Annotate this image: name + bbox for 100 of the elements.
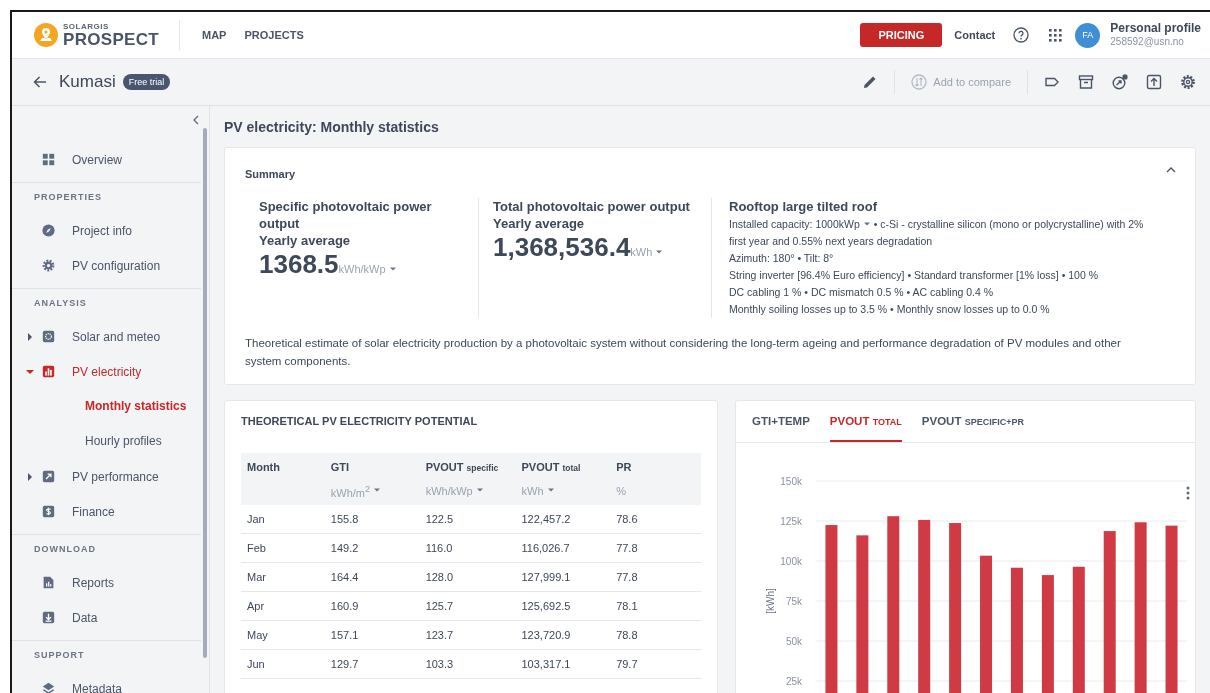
configuration-line: Azimuth: 180° • Tilt: 8° <box>729 251 835 266</box>
project-title: Kumasi <box>59 72 116 92</box>
table-cell: 123.7 <box>419 620 516 650</box>
chart-tab[interactable]: GTI+TEMP <box>752 401 810 442</box>
table-cell: 122,457.2 <box>515 505 611 534</box>
caret-down-icon[interactable] <box>26 367 34 376</box>
table-cell: May <box>241 620 325 650</box>
axis-tick-label: 150k <box>780 476 802 487</box>
help-icon[interactable] <box>1013 27 1030 43</box>
share-icon[interactable] <box>1112 74 1128 90</box>
nav-link[interactable]: PROJECTS <box>244 29 304 41</box>
gear-icon <box>42 259 55 272</box>
sidebar-subitem[interactable]: Monthly statistics <box>12 389 201 424</box>
table-cell: 157.1 <box>324 620 420 650</box>
chart-tab[interactable]: PVOUT SPECIFIC+PR <box>921 401 1024 442</box>
column-header: Month <box>241 453 325 505</box>
brand-name: PROSPECT <box>63 30 159 48</box>
sidebar-item[interactable]: Metadata <box>12 671 201 693</box>
section-heading: PROPERTIES <box>33 191 103 204</box>
sidebar-item[interactable]: Finance <box>12 494 201 529</box>
table-cell: 155.8 <box>324 505 420 534</box>
layers-icon <box>42 682 55 693</box>
configuration-line: Monthly soiling losses up to 3.5 % • Monthly snow losses up to 0.0 % <box>729 302 1051 317</box>
column-header: GTI kWh/m$^{2}$ <box>324 453 420 505</box>
bar-chart-icon <box>42 365 55 378</box>
settings-icon[interactable] <box>1180 74 1196 90</box>
table-cell: 77.8 <box>610 562 701 592</box>
table-cell: 164.4 <box>324 562 420 592</box>
table-cell: Jun <box>241 649 325 679</box>
contact-link[interactable]: Contact <box>954 29 996 41</box>
trial-badge: Free trial <box>122 74 171 90</box>
collapse-chevron-icon[interactable] <box>191 114 201 126</box>
table-cell: 160.9 <box>324 591 420 621</box>
table-cell: 78.6 <box>610 505 701 534</box>
table-cell: 127,999.1 <box>515 562 611 592</box>
chart-tab[interactable]: PVOUT TOTAL <box>829 401 902 442</box>
page-title: PV electricity: Monthly statistics <box>224 119 440 135</box>
table-cell: 125,692.5 <box>515 591 611 621</box>
metric-subtitle: Yearly average <box>493 215 586 232</box>
axis-tick-label: 25k <box>785 676 802 687</box>
table-cell: 122.5 <box>419 505 516 534</box>
upload-icon[interactable] <box>1146 74 1162 90</box>
axis-tick-label: 100k <box>780 556 802 567</box>
dropdown-caret-icon[interactable] <box>388 265 397 273</box>
table-cell: 125.7 <box>419 591 516 621</box>
table-cell: 129.7 <box>324 649 420 679</box>
nav-link[interactable]: MAP <box>202 29 227 41</box>
sidebar-item[interactable]: Data <box>12 600 201 635</box>
table-cell: Jan <box>241 505 325 534</box>
dropdown-caret-icon[interactable] <box>655 248 664 256</box>
brand-tagline: SOLARGIS <box>63 22 110 31</box>
section-heading: DOWNLOAD <box>33 543 97 556</box>
sidebar-item[interactable]: Solar and meteo <box>12 319 201 354</box>
card-title: THEORETICAL PV ELECTRICITY POTENTIAL <box>241 415 479 427</box>
grid-icon <box>42 153 55 166</box>
configuration-line: String inverter [96.4% Euro efficiency] • Standard transformer [1% loss] • 100 % <box>729 268 1099 283</box>
table-cell: 103,317.1 <box>515 649 611 679</box>
table-cell: 78.8 <box>610 620 701 650</box>
axis-tick-label: 50k <box>785 636 802 647</box>
table-cell: 116.0 <box>419 533 516 563</box>
sidebar-item[interactable]: PV performance <box>12 459 201 494</box>
axis-label: [kWh] <box>765 588 776 614</box>
table-cell: 116,026.7 <box>515 533 611 563</box>
table-cell: Mar <box>241 562 325 592</box>
apps-icon[interactable] <box>1047 27 1064 43</box>
column-header: PVOUT specific kWh/kWp <box>419 453 516 505</box>
metric-title: Specific photovoltaic power output <box>259 198 433 232</box>
compare-icon <box>911 74 928 90</box>
metric-title: Total photovoltaic power output <box>493 198 691 215</box>
table-cell: 149.2 <box>324 533 420 563</box>
caret-right-icon[interactable] <box>26 472 34 481</box>
profile-email: 258592@usn.no <box>1110 36 1185 49</box>
table-cell: Apr <box>241 591 325 621</box>
sidebar-subitem[interactable]: Hourly profiles <box>12 424 201 459</box>
sidebar-item[interactable]: Overview <box>12 142 201 177</box>
sidebar-item[interactable]: PV electricity <box>12 354 201 389</box>
dollar-icon <box>42 505 55 518</box>
configuration-line: DC cabling 1 % • DC mismatch 0.5 % • AC cabling 0.4 % <box>729 285 995 300</box>
more-options-icon[interactable] <box>1186 486 1190 500</box>
section-heading: ANALYSIS <box>33 297 88 310</box>
configuration-line: • c-Si - crystalline silicon (mono or polycrystalline) with 2% <box>873 218 1144 230</box>
table-cell: 123,720.9 <box>515 620 611 650</box>
sun-icon <box>42 330 55 343</box>
table-cell: 103.3 <box>419 649 516 679</box>
back-arrow-icon[interactable] <box>32 74 48 90</box>
report-icon <box>42 576 55 589</box>
scroll-bar[interactable] <box>203 128 207 658</box>
pricing-button[interactable]: PRICING <box>860 23 943 47</box>
summary-note: Theoretical estimate of solar electricity production by a photovoltaic system without considering the long-term ageing and performance degradation of PV modules and other system components. <box>245 336 1122 369</box>
column-header: PR % <box>610 453 701 505</box>
card-title: Summary <box>245 168 296 180</box>
sidebar-item[interactable]: Project info <box>12 213 201 248</box>
archive-icon[interactable] <box>1078 74 1094 90</box>
sidebar-item[interactable]: PV configuration <box>12 248 201 283</box>
profile-name[interactable]: Personal profile <box>1110 21 1201 37</box>
sidebar-item[interactable]: Reports <box>12 565 201 600</box>
table-cell: Feb <box>241 533 325 563</box>
metric-subtitle: Yearly average <box>259 232 352 249</box>
metric-value: 1,368,536.4 <box>493 232 631 262</box>
caret-right-icon[interactable] <box>26 332 34 341</box>
